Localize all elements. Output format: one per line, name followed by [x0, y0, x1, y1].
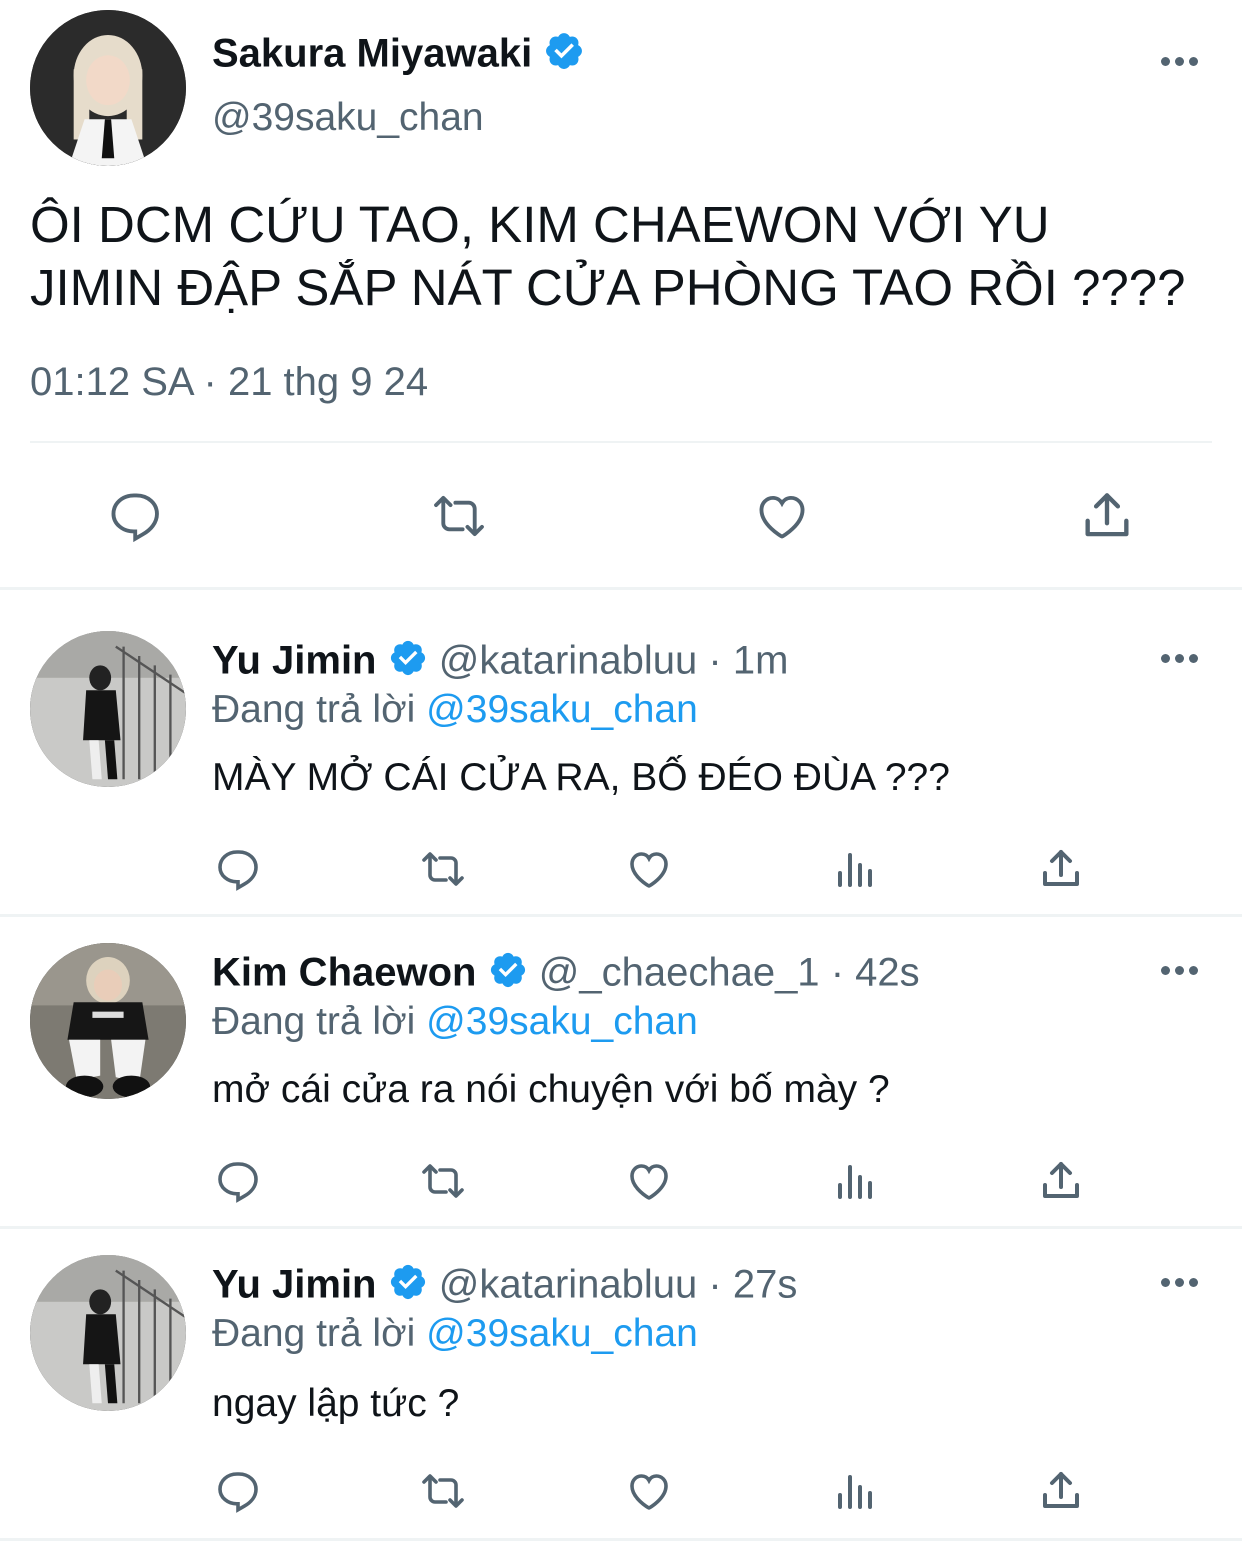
replying-to-link[interactable]: @39saku_chan — [426, 1312, 698, 1355]
avatar-image — [30, 1255, 186, 1411]
more-icon[interactable] — [1161, 57, 1198, 66]
avatar-sakura[interactable] — [30, 10, 186, 166]
avatar-yu-jimin[interactable] — [30, 631, 186, 787]
avatar-kim-chaewon[interactable] — [30, 943, 186, 1099]
divider — [0, 914, 1242, 917]
divider — [0, 1226, 1242, 1229]
replying-label: Đang trả lời — [212, 688, 416, 731]
share-icon[interactable] — [1037, 845, 1085, 893]
main-handle[interactable]: @39saku_chan — [212, 96, 484, 140]
tweet-text-line-2: JIMIN ĐẬP SẮP NÁT CỬA PHÒNG TAO RỒI ???? — [30, 259, 1186, 316]
reply-display-name[interactable]: Kim Chaewon — [212, 951, 476, 995]
main-display-name[interactable]: Sakura Miyawaki — [212, 30, 585, 82]
reply-display-name[interactable]: Yu Jimin — [212, 1263, 377, 1307]
replying-to-link[interactable]: @39saku_chan — [426, 1000, 698, 1043]
retweet-icon[interactable] — [415, 845, 471, 893]
replying-to-line: Đang trả lời @39saku_chan — [212, 1000, 698, 1044]
reply-icon[interactable] — [213, 1157, 261, 1205]
share-icon[interactable] — [1078, 487, 1136, 545]
tweet-text-line-1: ÔI DCM CỨU TAO, KIM CHAEWON VỚI YU — [30, 196, 1050, 253]
replying-to-line: Đang trả lời @39saku_chan — [212, 1312, 698, 1356]
avatar-image — [30, 10, 186, 166]
separator: · — [708, 1262, 722, 1307]
divider — [0, 587, 1242, 590]
replying-to-line: Đang trả lời @39saku_chan — [212, 688, 698, 732]
views-icon[interactable] — [832, 1467, 880, 1515]
verified-badge-icon — [388, 638, 428, 688]
divider — [30, 441, 1212, 443]
more-icon[interactable] — [1161, 966, 1198, 975]
reply-header: Yu Jimin @katarinabluu · 1m — [212, 638, 788, 688]
verified-badge-icon — [543, 30, 585, 82]
reply-text: MÀY MỞ CÁI CỬA RA, BỐ ĐÉO ĐÙA ??? — [212, 756, 950, 799]
views-icon[interactable] — [832, 1157, 880, 1205]
tweet-time: 01:12 SA — [30, 360, 193, 404]
retweet-icon[interactable] — [428, 487, 490, 545]
avatar-yu-jimin[interactable] — [30, 1255, 186, 1411]
heart-icon[interactable] — [625, 1467, 673, 1515]
replying-to-link[interactable]: @39saku_chan — [426, 688, 698, 731]
retweet-icon[interactable] — [415, 1467, 471, 1515]
verified-badge-icon — [388, 1262, 428, 1312]
share-icon[interactable] — [1037, 1157, 1085, 1205]
timestamp-separator: · — [203, 360, 217, 404]
separator: · — [830, 950, 845, 995]
reply-age[interactable]: 27s — [733, 1263, 798, 1307]
heart-icon[interactable] — [753, 487, 811, 545]
more-icon[interactable] — [1161, 1278, 1198, 1287]
reply-header: Kim Chaewon @_chaechae_1 · 42s — [212, 950, 920, 1000]
tweet-timestamp: 01:12 SA · 21 thg 9 24 — [30, 360, 428, 405]
reply-header: Yu Jimin @katarinabluu · 27s — [212, 1262, 797, 1312]
heart-icon[interactable] — [625, 1157, 673, 1205]
reply-icon[interactable] — [213, 1467, 261, 1515]
reply-handle[interactable]: @_chaechae_1 — [539, 951, 820, 995]
reply-age[interactable]: 42s — [855, 951, 920, 995]
avatar-image — [30, 631, 186, 787]
reply-text: ngay lập tức ? — [212, 1382, 460, 1425]
avatar-image — [30, 943, 186, 1099]
reply-icon[interactable] — [105, 487, 163, 545]
reply-icon[interactable] — [213, 845, 261, 893]
reply-age[interactable]: 1m — [733, 639, 789, 683]
views-icon[interactable] — [832, 845, 880, 893]
separator: · — [708, 638, 722, 683]
more-icon[interactable] — [1161, 654, 1198, 663]
reply-handle[interactable]: @katarinabluu — [439, 1263, 698, 1307]
display-name-text[interactable]: Sakura Miyawaki — [212, 32, 532, 76]
replying-label: Đang trả lời — [212, 1000, 416, 1043]
share-icon[interactable] — [1037, 1467, 1085, 1515]
reply-display-name[interactable]: Yu Jimin — [212, 639, 377, 683]
reply-handle[interactable]: @katarinabluu — [439, 639, 698, 683]
replying-label: Đang trả lời — [212, 1312, 416, 1355]
reply-text: mở cái cửa ra nói chuyện với bố mày ? — [212, 1068, 890, 1111]
retweet-icon[interactable] — [415, 1157, 471, 1205]
verified-badge-icon — [488, 950, 528, 1000]
heart-icon[interactable] — [625, 845, 673, 893]
tweet-date: 21 thg 9 24 — [227, 360, 429, 404]
